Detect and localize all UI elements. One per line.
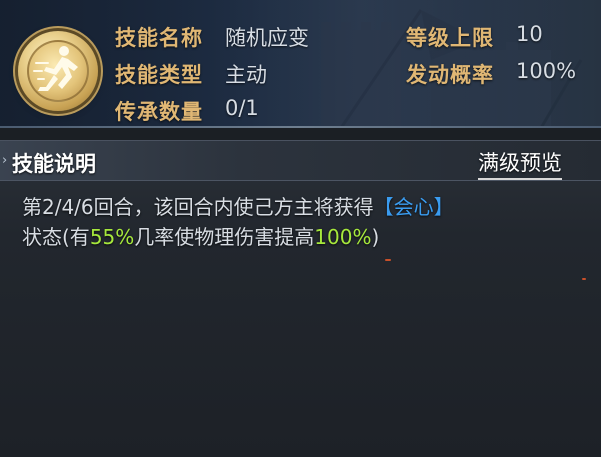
critical-status-keyword: 【会心】 [373,195,454,219]
skill-icon[interactable] [18,31,98,111]
skill-name-label: 技能名称 [115,26,203,50]
header-divider [0,126,601,128]
chevron-right-icon: › [2,153,8,168]
description-line1-text: 第2/4/6回合，该回合内使己方主将获得 [22,195,374,219]
skill-description-panel: › 技能说明 满级预览 第2/4/6回合，该回合内使己方主将获得【会心】 状态(… [0,140,601,457]
trigger-rate-label: 发动概率 [406,63,494,87]
skill-info-header: 技能名称 随机应变 技能类型 主动 传承数量 0/1 等级上限 10 发动概率 … [0,0,601,128]
chance-percent-value: 55% [89,225,135,249]
skill-description-text: 第2/4/6回合，该回合内使己方主将获得【会心】 状态(有55%几率使物理伤害提… [22,192,592,252]
running-figure-icon [33,46,78,91]
description-title-bar: › 技能说明 满级预览 [0,141,601,181]
description-section-title: 技能说明 [12,152,96,176]
description-line2-mid: 几率使物理伤害提高 [134,225,315,249]
trigger-rate-value: 100% [516,59,577,83]
inherit-count-label: 传承数量 [115,100,203,124]
skill-type-value: 主动 [225,63,267,87]
inherit-count-value: 0/1 [225,96,259,120]
description-line2-prefix: 状态(有 [22,225,90,249]
damage-boost-percent-value: 100% [314,225,372,249]
max-level-preview-button[interactable]: 满级预览 [478,147,562,180]
background-ember-speck [582,278,586,280]
description-line2-suffix: ) [371,225,380,249]
skill-type-label: 技能类型 [115,63,203,87]
level-cap-value: 10 [516,22,543,46]
skill-name-value: 随机应变 [225,26,309,50]
background-ember-speck [385,259,391,261]
level-cap-label: 等级上限 [406,26,494,50]
